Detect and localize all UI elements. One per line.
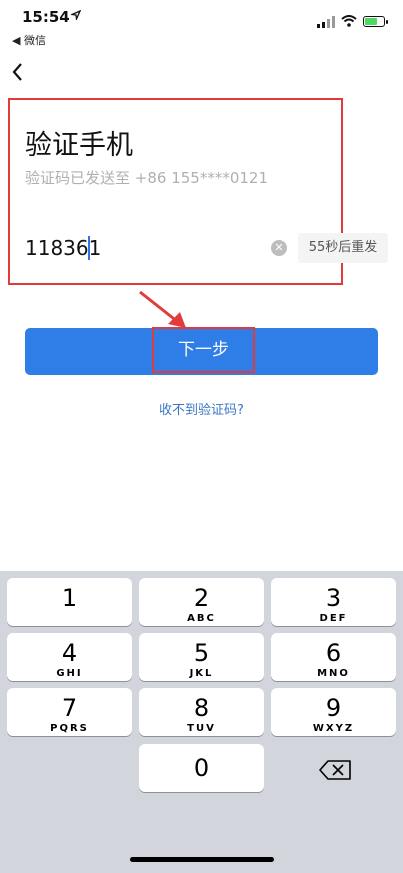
key-digit: 5: [193, 639, 210, 667]
status-time: 15:54: [22, 8, 70, 26]
home-indicator: [130, 857, 274, 862]
key-letters: WXYZ: [312, 723, 355, 734]
location-arrow-icon: [69, 9, 82, 23]
key-digit: 3: [325, 584, 342, 612]
key-8[interactable]: 8 TUV: [139, 688, 264, 736]
numeric-keyboard: 1 2 ABC 3 DEF 4 GHI 5 JKL 6 MNO 7 PQRS 8 TUV 9W…: [0, 571, 403, 873]
key-5[interactable]: 5 JKL: [139, 633, 264, 681]
resend-countdown-button[interactable]: 55秒后重发: [298, 233, 388, 263]
key-4[interactable]: 4 GHI: [7, 633, 132, 681]
key-letters: DEF: [319, 613, 348, 624]
page-title: 验证手机: [25, 130, 133, 161]
key-letters: JKL: [189, 668, 214, 679]
key-digit: 9: [325, 694, 342, 722]
key-3[interactable]: 3 DEF: [271, 578, 396, 626]
key-digit: 1: [61, 584, 78, 612]
key-6[interactable]: 6 MNO: [271, 633, 396, 681]
key-letters: TUV: [187, 723, 216, 734]
key-letters: MNO: [317, 668, 350, 679]
key-letters: ABC: [187, 613, 216, 624]
key-9[interactable]: 9 WXYZ: [271, 688, 396, 736]
status-indicators: [317, 12, 388, 31]
clear-circle-icon[interactable]: ✕: [271, 240, 287, 256]
verification-code-input[interactable]: [25, 234, 225, 262]
next-step-label: 下一步: [178, 340, 229, 360]
text-cursor: [88, 236, 90, 260]
key-digit: 2: [193, 584, 210, 612]
key-digit: 7: [61, 694, 78, 722]
battery-charging-icon: [363, 16, 388, 27]
annotation-arrow-icon: [139, 290, 186, 328]
key-digit: 6: [325, 639, 342, 667]
key-digit: 0: [193, 754, 210, 782]
key-letters: PQRS: [50, 723, 89, 734]
key-0[interactable]: 0: [139, 744, 264, 792]
back-to-app-link[interactable]: ◀ 微信: [12, 32, 46, 48]
wifi-icon: [341, 12, 357, 31]
key-1[interactable]: 1: [7, 578, 132, 626]
backspace-icon[interactable]: [306, 755, 366, 785]
key-digit: 8: [193, 694, 210, 722]
key-digit: 4: [61, 639, 78, 667]
key-7[interactable]: 7 PQRS: [7, 688, 132, 736]
no-code-received-link[interactable]: 收不到验证码?: [0, 399, 403, 418]
key-2[interactable]: 2 ABC: [139, 578, 264, 626]
sent-to-phone-text: 验证码已发送至 +86 155****0121: [25, 169, 268, 187]
cellular-signal-icon: [317, 15, 335, 28]
key-letters: GHI: [56, 668, 83, 679]
chevron-left-icon[interactable]: [8, 58, 32, 86]
